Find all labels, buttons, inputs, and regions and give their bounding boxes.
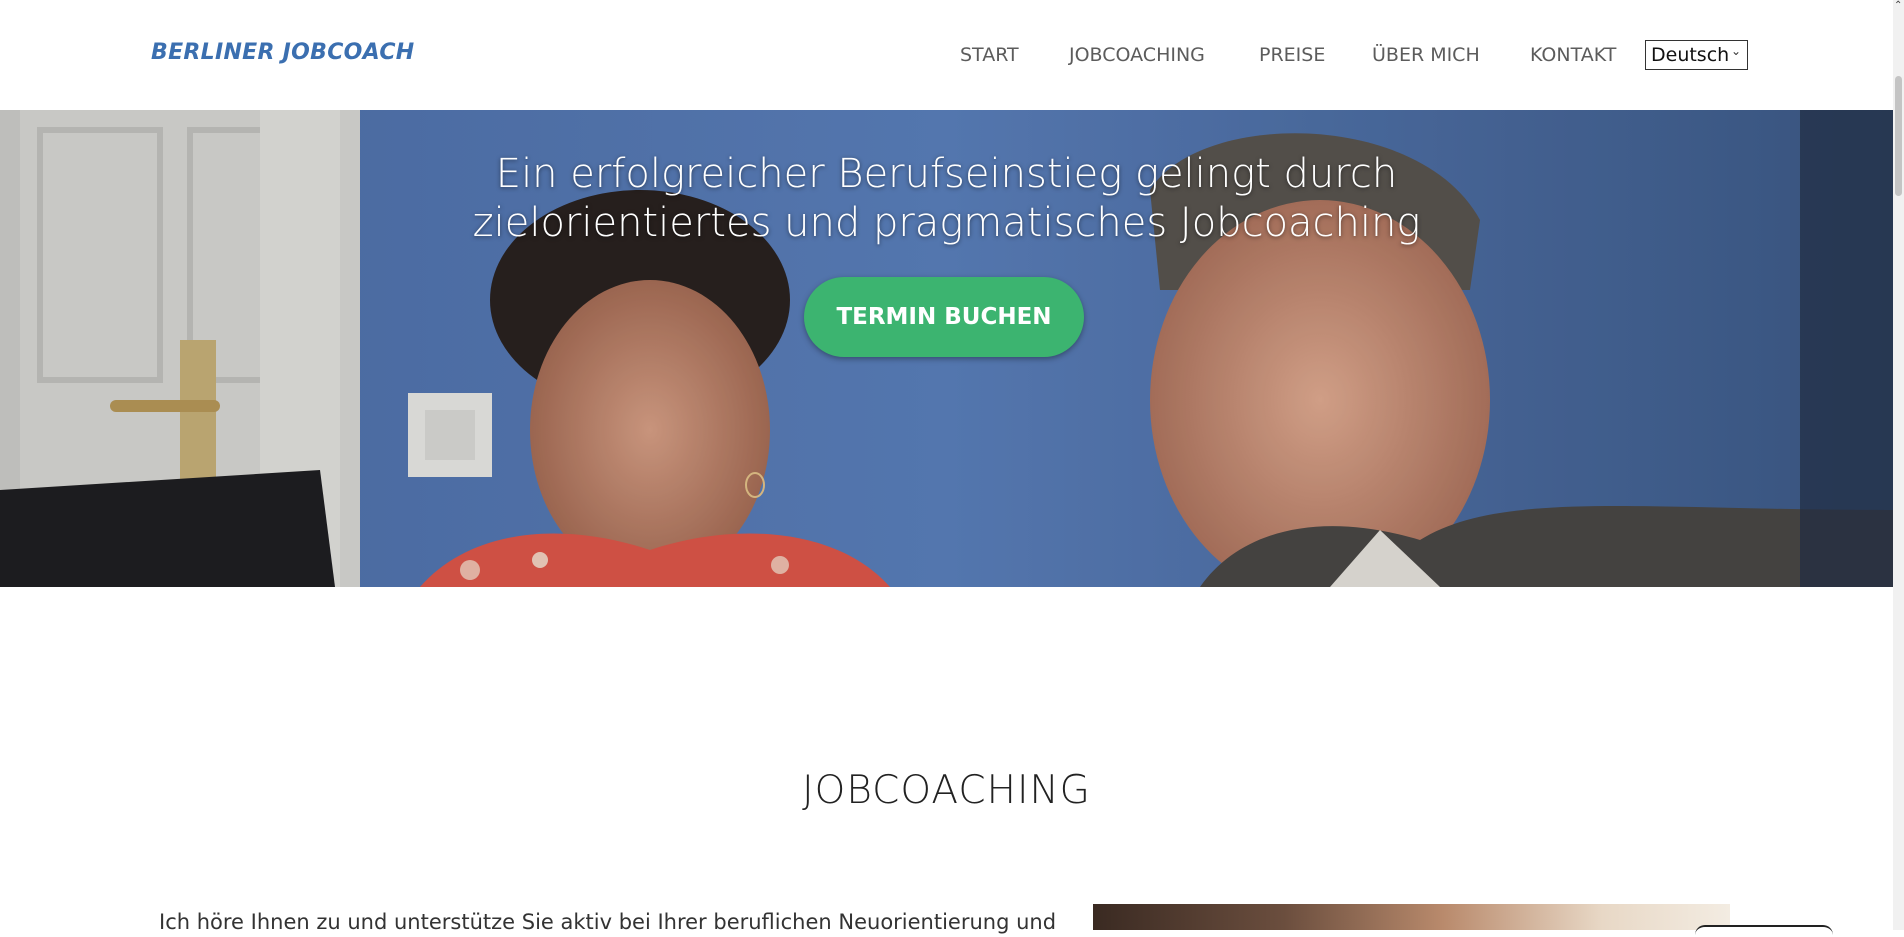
chat-widget[interactable] <box>1695 925 1833 937</box>
site-header: BERLINER JOBCOACH START JOBCOACHING PREI… <box>0 0 1893 110</box>
page-scrollbar[interactable]: ⌃ <box>1893 0 1904 930</box>
nav-item-start[interactable]: START <box>960 44 1019 66</box>
section-intro-text: Ich höre Ihnen zu und unterstütze Sie ak… <box>159 910 1057 934</box>
chevron-down-icon: ⌄ <box>1730 44 1741 58</box>
scroll-up-icon[interactable]: ⌃ <box>1894 0 1902 11</box>
site-logo[interactable]: BERLINER JOBCOACH <box>151 40 415 65</box>
nav-item-ueber-mich[interactable]: ÜBER MICH <box>1372 44 1480 66</box>
nav-item-kontakt[interactable]: KONTAKT <box>1530 44 1616 66</box>
hero-headline: Ein erfolgreicher Berufseinstieg gelingt… <box>0 150 1893 248</box>
hero-headline-line-2: zielorientiertes und pragmatisches Jobco… <box>472 200 1421 246</box>
nav-item-preise[interactable]: PREISE <box>1259 44 1325 66</box>
section-title: JOBCOACHING <box>802 768 1091 813</box>
section-photo <box>1093 904 1730 930</box>
language-select[interactable]: Deutsch ⌄ <box>1645 40 1748 70</box>
scrollbar-thumb[interactable] <box>1895 76 1902 196</box>
language-select-value: Deutsch <box>1651 44 1730 66</box>
book-appointment-button[interactable]: TERMIN BUCHEN <box>804 277 1084 357</box>
hero-headline-line-1: Ein erfolgreicher Berufseinstieg gelingt… <box>495 151 1398 197</box>
nav-item-jobcoaching[interactable]: JOBCOACHING <box>1069 44 1205 66</box>
hero-banner: Ein erfolgreicher Berufseinstieg gelingt… <box>0 110 1893 587</box>
